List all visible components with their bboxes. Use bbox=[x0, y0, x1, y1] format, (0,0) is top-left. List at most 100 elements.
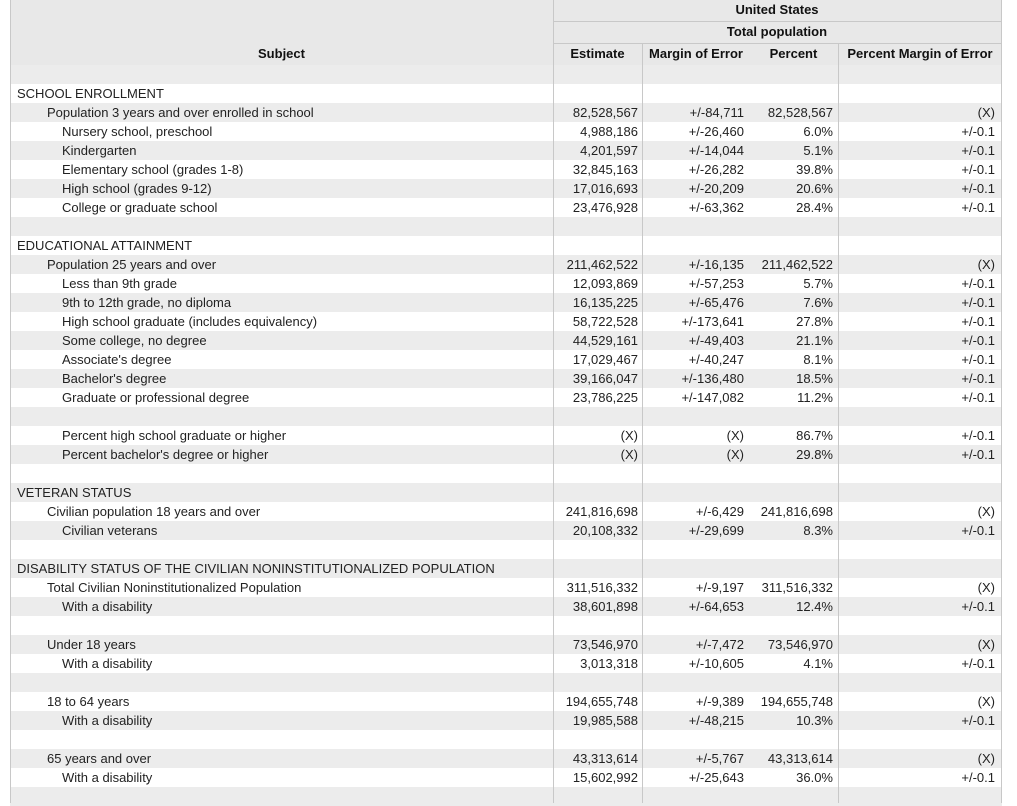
percent-cell: 5.7% bbox=[803, 276, 833, 291]
estimate-cell: 311,516,332 bbox=[566, 580, 638, 595]
estimate-cell: 17,029,467 bbox=[572, 352, 638, 367]
percent-cell: 8.1% bbox=[803, 352, 833, 367]
percent-cell: 10.3% bbox=[796, 713, 833, 728]
percent-cell: 4.1% bbox=[803, 656, 833, 671]
estimate-cell: 32,845,163 bbox=[572, 162, 638, 177]
column-divider bbox=[838, 44, 839, 803]
table-row: With a disability 38,601,898 +/-64,653 12.4… bbox=[10, 597, 1002, 616]
row-subject: Percent high school graduate or higher bbox=[62, 428, 287, 443]
table-row: Some college, no degree 44,529,161 +/-49,4… bbox=[10, 331, 1002, 350]
percent-cell: 6.0% bbox=[803, 124, 833, 139]
table-row: 18 to 64 years 194,655,748 +/-9,389 194,655… bbox=[10, 692, 1002, 711]
percent-moe-cell: +/-0.1 bbox=[961, 447, 995, 462]
estimate-cell: 15,602,992 bbox=[572, 770, 638, 785]
table-row: Graduate or professional degree 23,786,22… bbox=[10, 388, 1002, 407]
table-row: Total Civilian Noninstitutionalized Popu… bbox=[10, 578, 1002, 597]
table-row: 65 years and over 43,313,614 +/-5,767 43,31… bbox=[10, 749, 1002, 768]
moe-cell: +/-63,362 bbox=[688, 200, 744, 215]
moe-cell: +/-7,472 bbox=[695, 637, 744, 652]
section-heading: EDUCATIONAL ATTAINMENT bbox=[17, 238, 193, 253]
row-subject: Graduate or professional degree bbox=[62, 390, 250, 405]
spacer-row bbox=[10, 464, 1002, 483]
moe-cell: +/-9,197 bbox=[695, 580, 744, 595]
table-row: College or graduate school 23,476,928 +/-6… bbox=[10, 198, 1002, 217]
column-divider bbox=[10, 0, 11, 803]
section-heading-row: EDUCATIONAL ATTAINMENT bbox=[10, 236, 1002, 255]
table-row: Nursery school, preschool 4,988,186 +/-26,… bbox=[10, 122, 1002, 141]
row-subject: Percent bachelor's degree or higher bbox=[62, 447, 269, 462]
table-row: High school (grades 9-12) 17,016,693 +/-20… bbox=[10, 179, 1002, 198]
estimate-cell: 82,528,567 bbox=[572, 105, 638, 120]
moe-cell: +/-10,605 bbox=[688, 656, 744, 671]
section-heading-row: VETERAN STATUS bbox=[10, 483, 1002, 502]
estimate-cell: 23,786,225 bbox=[572, 390, 638, 405]
table-row: Elementary school (grades 1-8) 32,845,163… bbox=[10, 160, 1002, 179]
table-row: Less than 9th grade 12,093,869 +/-57,253 5.… bbox=[10, 274, 1002, 293]
table-row: Under 18 years 73,546,970 +/-7,472 73,546,9… bbox=[10, 635, 1002, 654]
moe-cell: +/-20,209 bbox=[688, 181, 744, 196]
estimate-cell: 12,093,869 bbox=[572, 276, 638, 291]
table-row: With a disability 19,985,588 +/-48,215 10.3… bbox=[10, 711, 1002, 730]
percent-cell: 5.1% bbox=[803, 143, 833, 158]
percent-moe-cell: +/-0.1 bbox=[961, 124, 995, 139]
percent-cell: 21.1% bbox=[796, 333, 833, 348]
estimate-cell: 20,108,332 bbox=[572, 523, 638, 538]
moe-cell: +/-64,653 bbox=[688, 599, 744, 614]
percent-moe-cell: +/-0.1 bbox=[961, 770, 995, 785]
row-subject: Some college, no degree bbox=[62, 333, 207, 348]
percent-moe-cell: +/-0.1 bbox=[961, 276, 995, 291]
percent-cell: 82,528,567 bbox=[767, 105, 833, 120]
moe-cell: +/-29,699 bbox=[688, 523, 744, 538]
spacer-row bbox=[10, 730, 1002, 749]
row-subject: Kindergarten bbox=[62, 143, 137, 158]
moe-cell: +/-16,135 bbox=[688, 257, 744, 272]
row-subject: With a disability bbox=[62, 713, 153, 728]
percent-moe-cell: +/-0.1 bbox=[961, 295, 995, 310]
moe-cell: +/-49,403 bbox=[688, 333, 744, 348]
percent-cell: 43,313,614 bbox=[767, 751, 833, 766]
estimate-cell: 73,546,970 bbox=[572, 637, 638, 652]
percent-cell: 29.8% bbox=[796, 447, 833, 462]
percent-cell: 11.2% bbox=[797, 390, 833, 405]
table-row: Associate's degree 17,029,467 +/-40,247 8.1… bbox=[10, 350, 1002, 369]
table-header: United States Total population Subject E… bbox=[10, 0, 1002, 65]
percent-cell: 39.8% bbox=[796, 162, 833, 177]
estimate-cell: 241,816,698 bbox=[565, 504, 638, 519]
percent-moe-cell: (X) bbox=[977, 637, 995, 652]
percent-moe-cell: +/-0.1 bbox=[961, 314, 995, 329]
row-subject: 65 years and over bbox=[47, 751, 152, 766]
row-subject: Population 3 years and over enrolled in … bbox=[47, 105, 314, 120]
percent-cell: 27.8% bbox=[796, 314, 833, 329]
percent-moe-cell: +/-0.1 bbox=[961, 599, 995, 614]
spacer-row bbox=[10, 407, 1002, 426]
estimate-cell: 44,529,161 bbox=[572, 333, 638, 348]
spacer-row bbox=[10, 65, 1002, 84]
section-heading: SCHOOL ENROLLMENT bbox=[17, 86, 164, 101]
row-subject: Elementary school (grades 1-8) bbox=[62, 162, 244, 177]
row-subject: High school graduate (includes equivalen… bbox=[62, 314, 318, 329]
table-row: Percent bachelor's degree or higher (X) (X… bbox=[10, 445, 1002, 464]
percent-moe-cell: +/-0.1 bbox=[961, 333, 995, 348]
percent-cell: 211,462,522 bbox=[761, 257, 833, 272]
moe-cell: +/-9,389 bbox=[695, 694, 744, 709]
row-subject: 18 to 64 years bbox=[47, 694, 130, 709]
moe-cell: (X) bbox=[726, 428, 744, 443]
estimate-cell: 58,722,528 bbox=[572, 314, 638, 329]
percent-moe-cell: +/-0.1 bbox=[961, 371, 995, 386]
spacer-row bbox=[10, 673, 1002, 692]
estimate-cell: 16,135,225 bbox=[572, 295, 638, 310]
section-heading-row: DISABILITY STATUS OF THE CIVILIAN NONINS… bbox=[10, 559, 1002, 578]
estimate-cell: 3,013,318 bbox=[580, 656, 638, 671]
moe-cell: +/-26,460 bbox=[688, 124, 744, 139]
header-divider bbox=[553, 21, 1002, 22]
table-row: 9th to 12th grade, no diploma 16,135,225 +… bbox=[10, 293, 1002, 312]
estimate-cell: (X) bbox=[620, 428, 638, 443]
percent-moe-header: Percent Margin of Error bbox=[847, 46, 993, 61]
percent-cell: 8.3% bbox=[803, 523, 833, 538]
row-subject: Under 18 years bbox=[47, 637, 136, 652]
percent-cell: 12.4% bbox=[796, 599, 833, 614]
moe-cell: +/-26,282 bbox=[688, 162, 744, 177]
row-subject: With a disability bbox=[62, 656, 153, 671]
moe-cell: +/-14,044 bbox=[688, 143, 744, 158]
percent-cell: 36.0% bbox=[796, 770, 833, 785]
